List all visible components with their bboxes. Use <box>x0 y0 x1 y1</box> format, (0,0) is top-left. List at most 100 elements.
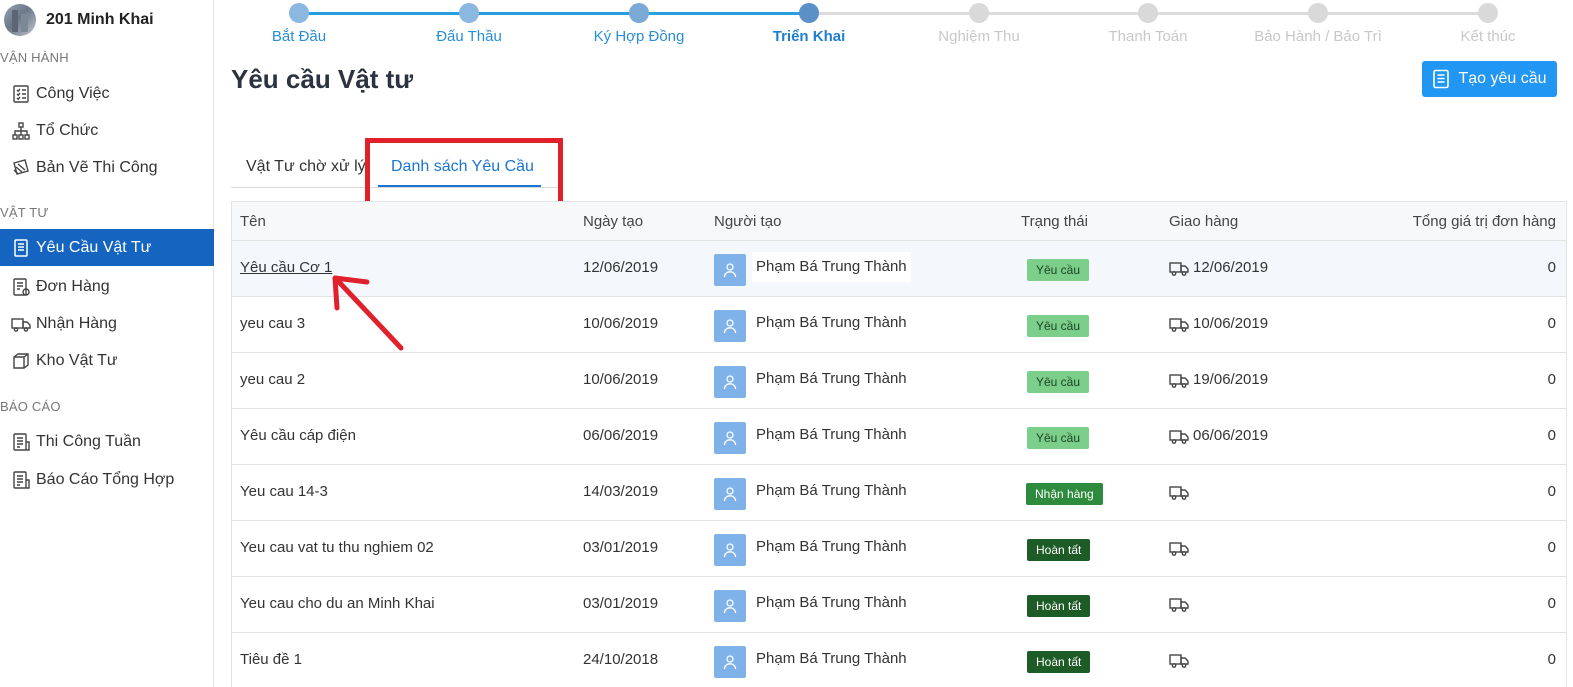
step-label: Đấu Thầu <box>436 28 502 45</box>
step-dot <box>969 3 989 23</box>
created-date: 24/10/2018 <box>583 651 659 668</box>
order-total: 0 <box>1547 371 1556 388</box>
truck-icon <box>1169 486 1189 500</box>
sidebar-item-bao-cao-tong-hop[interactable]: Báo Cáo Tổng Hợp <box>0 461 214 498</box>
delivery-date: 06/06/2019 <box>1193 427 1269 444</box>
step-ky-hop-dong[interactable]: Ký Hợp Đồng <box>549 3 729 45</box>
step-label: Nghiệm Thu <box>938 28 1020 45</box>
created-date: 10/06/2019 <box>583 315 659 332</box>
step-dot <box>1138 3 1158 23</box>
column-header-total[interactable]: Tổng giá trị đơn hàng <box>1413 213 1556 230</box>
step-ket-thuc[interactable]: Kết thúc <box>1398 3 1573 45</box>
delivery-date: 19/06/2019 <box>1193 371 1269 388</box>
user-icon <box>714 310 746 342</box>
sidebar-item-thi-cong-tuan[interactable]: Thi Công Tuần <box>0 423 214 460</box>
table-row[interactable]: Yêu cầu Cơ 1 12/06/2019 Phạm Bá Trung Th… <box>232 241 1566 297</box>
request-name[interactable]: Yêu cầu cáp điện <box>240 427 356 444</box>
column-header-delivery[interactable]: Giao hàng <box>1169 213 1238 230</box>
column-header-created[interactable]: Ngày tạo <box>583 213 643 230</box>
table-row[interactable]: Yêu cầu cáp điện 06/06/2019 Phạm Bá Trun… <box>232 409 1566 465</box>
step-trien-khai[interactable]: Triển Khai <box>719 3 899 45</box>
org-chart-icon <box>10 120 32 142</box>
column-header-status[interactable]: Trạng thái <box>1021 213 1088 230</box>
table-row[interactable]: Yeu cau vat tu thu nghiem 02 03/01/2019 … <box>232 521 1566 577</box>
step-label: Kết thúc <box>1460 28 1516 45</box>
truck-icon <box>1169 374 1189 388</box>
step-label: Thanh Toán <box>1108 28 1188 45</box>
create-request-button[interactable]: Tạo yêu cầu <box>1422 61 1557 97</box>
annotation-highlight-box <box>365 138 563 208</box>
sidebar-item-cong-viec[interactable]: Công Việc <box>0 75 214 112</box>
sidebar-item-ban-ve-thi-cong[interactable]: Bản Vẽ Thi Công <box>0 149 214 186</box>
step-thanh-toan[interactable]: Thanh Toán <box>1058 3 1238 45</box>
status-badge: Yêu cầu <box>1027 315 1090 337</box>
step-dau-thau[interactable]: Đấu Thầu <box>379 3 559 45</box>
user-icon <box>714 534 746 566</box>
step-dot <box>629 3 649 23</box>
sidebar: 201 Minh Khai VẬN HÀNH Công Việc Tổ Chức… <box>0 0 214 687</box>
project-header[interactable]: 201 Minh Khai <box>4 4 154 36</box>
creator-name: Phạm Bá Trung Thành <box>752 532 911 562</box>
status-badge: Yêu cầu <box>1027 427 1090 449</box>
status-badge: Hoàn tất <box>1027 651 1091 673</box>
table-row[interactable]: yeu cau 3 10/06/2019 Phạm Bá Trung Thành… <box>232 297 1566 353</box>
request-name[interactable]: Tiêu đề 1 <box>240 651 302 668</box>
step-bat-dau[interactable]: Bắt Đầu <box>209 3 389 45</box>
table-header: Tên Ngày tạo Người tạo Trạng thái Giao h… <box>232 202 1566 241</box>
request-name[interactable]: yeu cau 3 <box>240 315 305 332</box>
request-name[interactable]: Yeu cau 14-3 <box>240 483 328 500</box>
tab-pending-materials[interactable]: Vật Tư chờ xử lý <box>246 158 366 176</box>
table-row[interactable]: Yeu cau 14-3 14/03/2019 Phạm Bá Trung Th… <box>232 465 1566 521</box>
order-total: 0 <box>1547 539 1556 556</box>
annotation-arrow-icon <box>332 275 404 351</box>
sidebar-item-label: Báo Cáo Tổng Hợp <box>36 470 175 488</box>
order-total: 0 <box>1547 427 1556 444</box>
order-icon <box>10 276 32 298</box>
delivery-date: 10/06/2019 <box>1193 315 1269 332</box>
status-badge: Nhận hàng <box>1026 483 1103 505</box>
status-badge: Yêu cầu <box>1027 371 1090 393</box>
user-icon <box>714 254 746 286</box>
table-row[interactable]: yeu cau 2 10/06/2019 Phạm Bá Trung Thành… <box>232 353 1566 409</box>
create-request-label: Tạo yêu cầu <box>1458 70 1547 87</box>
sidebar-item-to-chuc[interactable]: Tổ Chức <box>0 112 214 149</box>
status-badge: Hoàn tất <box>1027 539 1091 561</box>
table-row[interactable]: Tiêu đề 1 24/10/2018 Phạm Bá Trung Thành… <box>232 633 1566 687</box>
sidebar-item-nhan-hang[interactable]: Nhận Hàng <box>0 305 214 342</box>
creator-name: Phạm Bá Trung Thành <box>752 364 911 394</box>
request-name[interactable]: Yeu cau cho du an Minh Khai <box>240 595 435 612</box>
order-total: 0 <box>1547 483 1556 500</box>
step-bao-hanh[interactable]: Bảo Hành / Bảo Trì <box>1228 3 1408 45</box>
request-name-link[interactable]: Yêu cầu Cơ 1 <box>240 259 332 276</box>
creator-name: Phạm Bá Trung Thành <box>752 308 911 338</box>
sidebar-item-label: Bản Vẽ Thi Công <box>36 158 158 176</box>
truck-icon <box>10 313 32 335</box>
step-nghiem-thu[interactable]: Nghiệm Thu <box>889 3 1069 45</box>
order-total: 0 <box>1547 651 1556 668</box>
sidebar-item-kho-vat-tu[interactable]: Kho Vật Tư <box>0 342 214 379</box>
creator-name: Phạm Bá Trung Thành <box>752 588 911 618</box>
project-name: 201 Minh Khai <box>46 11 154 28</box>
request-name[interactable]: Yeu cau vat tu thu nghiem 02 <box>240 539 434 556</box>
sidebar-item-label: Công Việc <box>36 84 110 102</box>
truck-icon <box>1169 262 1189 276</box>
table-row[interactable]: Yeu cau cho du an Minh Khai 03/01/2019 P… <box>232 577 1566 633</box>
section-title-materials: VẬT TƯ <box>0 205 49 220</box>
column-header-creator[interactable]: Người tạo <box>714 213 781 230</box>
creator-name: Phạm Bá Trung Thành <box>752 644 911 674</box>
section-title-reports: BÁO CÁO <box>0 399 61 414</box>
order-total: 0 <box>1547 315 1556 332</box>
step-label: Bảo Hành / Bảo Trì <box>1254 28 1382 45</box>
column-header-name[interactable]: Tên <box>240 213 266 230</box>
sidebar-item-yeu-cau-vat-tu[interactable]: Yêu Cầu Vật Tư <box>0 229 214 266</box>
order-total: 0 <box>1547 259 1556 276</box>
document-icon <box>1433 69 1450 89</box>
delivery-date: 12/06/2019 <box>1193 259 1269 276</box>
step-dot <box>799 3 819 23</box>
creator-name: Phạm Bá Trung Thành <box>752 476 911 506</box>
sidebar-item-don-hang[interactable]: Đơn Hàng <box>0 268 214 305</box>
request-name[interactable]: yeu cau 2 <box>240 371 305 388</box>
created-date: 03/01/2019 <box>583 595 659 612</box>
step-label: Triển Khai <box>772 28 846 45</box>
created-date: 03/01/2019 <box>583 539 659 556</box>
